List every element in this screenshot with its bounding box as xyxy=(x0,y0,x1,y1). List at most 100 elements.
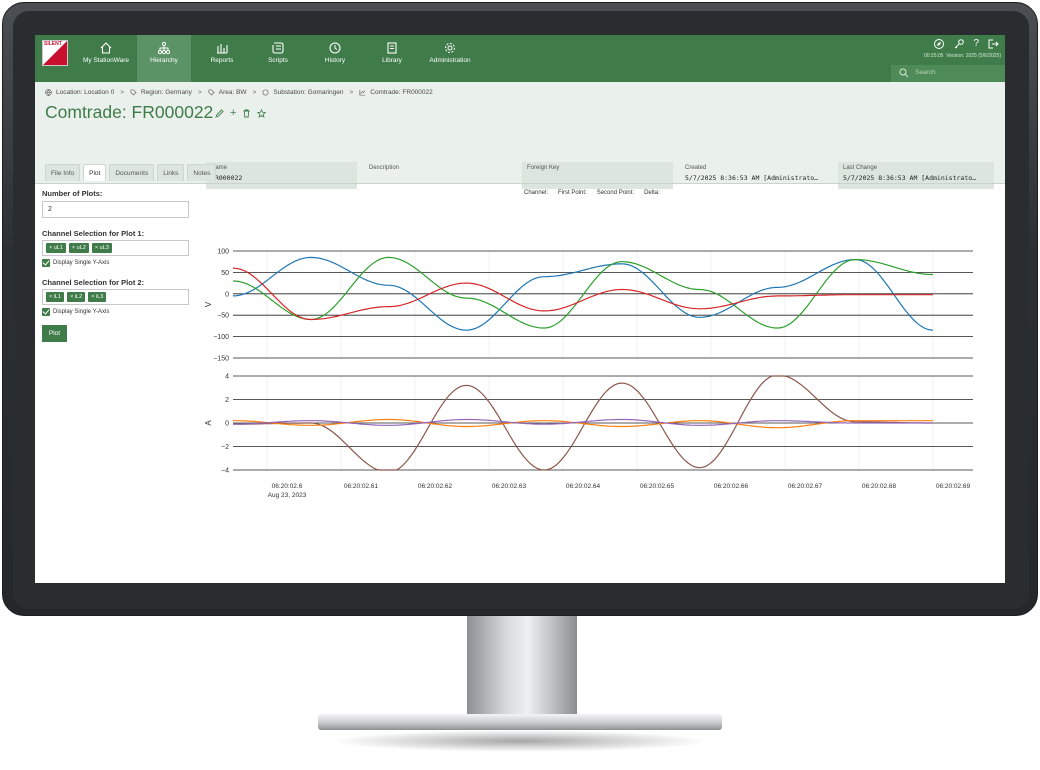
plot2-single-axis-checkbox[interactable]: Display Single Y-Axis xyxy=(42,308,192,316)
x-tick-label: 06:20:02.64 xyxy=(566,483,601,490)
y-tick-label: 4 xyxy=(225,374,229,381)
tag-icon xyxy=(208,89,215,96)
breadcrumb-comtrade: Comtrade: FR000022 xyxy=(370,89,433,96)
key-icon[interactable] xyxy=(953,38,965,50)
gear-icon xyxy=(445,43,455,53)
waveform-chart[interactable]: 100 50 0 −50 −100 −150 V 4 2 0 −2 −4 A 06:20:02.6 06:2… xyxy=(200,240,1000,510)
nav-label: Hierarchy xyxy=(150,57,178,64)
x-tick-label: 06:20:02.67 xyxy=(788,483,823,490)
field-label: Description xyxy=(369,165,400,171)
channel-chip[interactable]: × uL3 xyxy=(91,243,112,253)
tag-icon xyxy=(130,89,137,96)
help-icon[interactable]: ? xyxy=(973,38,979,54)
field-label: Created xyxy=(685,165,707,171)
tab-documents[interactable]: Documents xyxy=(109,164,155,181)
tab-links[interactable]: Links xyxy=(157,164,185,181)
breadcrumb-separator: > xyxy=(120,89,124,96)
channel-chip[interactable]: × uL2 xyxy=(68,243,89,253)
globe-icon xyxy=(45,89,52,96)
nav-library[interactable]: Library xyxy=(363,35,421,82)
nav-label: Scripts xyxy=(268,57,288,64)
y-tick-label: 2 xyxy=(225,397,229,404)
y-tick-label: 100 xyxy=(217,249,229,256)
num-plots-input[interactable]: 2 xyxy=(42,201,189,218)
app-logo[interactable]: SILENT xyxy=(42,40,68,66)
nav-reports[interactable]: Reports xyxy=(193,35,251,82)
x-tick-label: 06:20:02.63 xyxy=(492,483,527,490)
nav-hierarchy[interactable]: Hierarchy xyxy=(137,35,191,82)
field-name[interactable]: Name FR000022 xyxy=(206,162,357,189)
field-label: Name xyxy=(211,165,228,171)
breadcrumb-region[interactable]: Region: Germany xyxy=(141,89,192,96)
readout-second-point: Second Point: xyxy=(596,190,635,196)
plot1-single-axis-checkbox[interactable]: Display Single Y-Axis xyxy=(42,259,192,267)
plot-settings-panel: Number of Plots: 2 Channel Selection for… xyxy=(42,189,192,342)
logout-icon[interactable] xyxy=(987,38,999,50)
plot2-channels-label: Channel Selection for Plot 2: xyxy=(42,278,145,287)
channel-chip[interactable]: × uL1 xyxy=(46,243,66,253)
x-date-label: Aug 23, 2023 xyxy=(268,492,307,499)
breadcrumb-separator: > xyxy=(252,89,257,96)
tab-plot[interactable]: Plot xyxy=(83,164,107,181)
history-icon xyxy=(329,42,341,54)
x-tick-label: 06:20:02.66 xyxy=(714,483,749,490)
chart-icon xyxy=(359,89,366,96)
field-description[interactable]: Description xyxy=(364,162,515,189)
tab-file-info[interactable]: File Info xyxy=(45,164,81,181)
num-plots-label: Number of Plots: xyxy=(42,189,103,198)
y-tick-label: −4 xyxy=(221,468,229,475)
tab-notes[interactable]: Notes xyxy=(187,164,217,181)
nav-label: Library xyxy=(382,57,402,64)
title-actions: + xyxy=(215,108,267,119)
x-tick-label: 06:20:02.61 xyxy=(344,483,379,490)
compass-icon[interactable] xyxy=(933,38,945,50)
field-last-change: Last Change 5/7/2025 8:36:53 AM [Adminis… xyxy=(838,162,994,189)
breadcrumb-location[interactable]: Location: Location 0 xyxy=(56,89,114,96)
nav-history[interactable]: History xyxy=(306,35,364,82)
screen: SILENT My StationWare Hierarchy Reports … xyxy=(35,35,1005,583)
field-value: 5/7/2025 8:36:53 AM [Administrato… xyxy=(843,174,977,182)
breadcrumb-separator: > xyxy=(197,89,202,96)
series-line-1-2 xyxy=(232,256,933,329)
channel-chip[interactable]: × iL3 xyxy=(88,292,107,302)
nav-administration[interactable]: Administration xyxy=(418,35,482,82)
checkbox-checked-icon xyxy=(42,259,50,267)
y-tick-label: −150 xyxy=(213,356,229,363)
x-tick-label: 06:20:02.6 xyxy=(272,483,303,490)
breadcrumb-separator: > xyxy=(349,89,354,96)
plot2-channel-select[interactable]: × iL1 × iL2 × iL3 xyxy=(42,289,189,305)
plot1-channels-label: Channel Selection for Plot 1: xyxy=(42,229,145,238)
search-placeholder: Search xyxy=(915,69,936,76)
star-icon[interactable] xyxy=(257,109,267,118)
delete-icon[interactable] xyxy=(242,109,251,118)
nav-label: My StationWare xyxy=(83,57,129,64)
readout-channel: Channel: xyxy=(524,190,549,196)
monitor-stand-base xyxy=(318,714,722,730)
plot-button[interactable]: Plot xyxy=(42,325,67,342)
plot1-channel-select[interactable]: × uL1 × uL2 × uL3 xyxy=(42,240,189,256)
search-icon xyxy=(899,68,909,78)
channel-chip[interactable]: × iL1 xyxy=(46,292,65,302)
nav-my-stationware[interactable]: My StationWare xyxy=(75,35,137,82)
readout-first-point: First Point: xyxy=(558,190,587,196)
channel-chip[interactable]: × iL2 xyxy=(67,292,86,302)
y-tick-label: 50 xyxy=(221,270,229,277)
add-icon[interactable]: + xyxy=(230,108,236,119)
logo-triangle xyxy=(43,41,67,65)
y-tick-label: −2 xyxy=(221,444,229,451)
field-label: Last Change xyxy=(843,165,878,171)
tab-divider xyxy=(35,183,1005,184)
stand-shadow xyxy=(330,730,710,752)
nav-scripts[interactable]: Scripts xyxy=(249,35,307,82)
x-tick-label: 06:20:02.68 xyxy=(862,483,897,490)
x-tick-label: 06:20:02.62 xyxy=(418,483,453,490)
breadcrumb-area[interactable]: Area: BW xyxy=(219,89,247,96)
search-box[interactable]: Search xyxy=(891,65,1005,82)
reports-icon xyxy=(217,44,228,54)
field-foreign-key[interactable]: Foreign Key xyxy=(522,162,673,189)
series-line-2-3 xyxy=(233,418,933,426)
circle-icon xyxy=(262,89,269,96)
y-tick-label: 0 xyxy=(225,291,229,298)
breadcrumb-substation[interactable]: Substation: Gomaringen xyxy=(273,89,343,96)
edit-icon[interactable] xyxy=(215,109,224,118)
